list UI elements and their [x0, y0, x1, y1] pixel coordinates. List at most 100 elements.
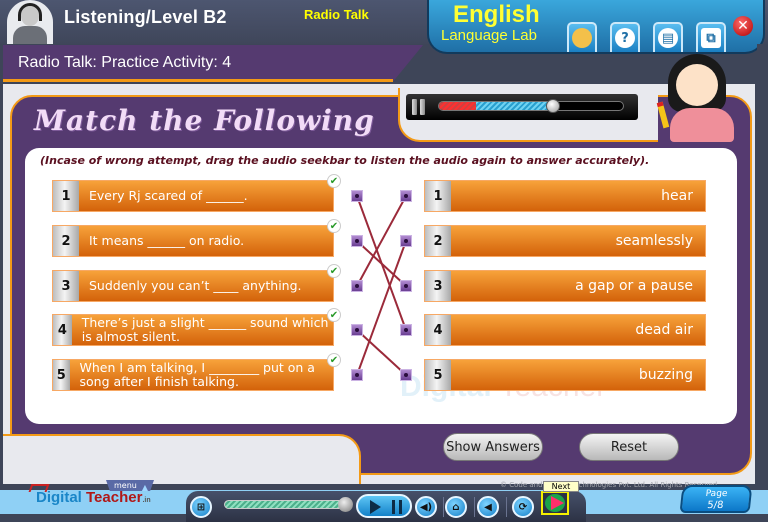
left-connector[interactable] — [351, 324, 363, 336]
playback-controls: ⊞ ◀) ⌂ ◀ ⟳ — [186, 491, 586, 522]
replay-button[interactable]: ⟳ — [512, 496, 534, 518]
instruction-text: (Incase of wrong attempt, drag the audio… — [40, 154, 650, 167]
correct-check-icon: ✔ — [327, 353, 341, 367]
item-number: 5 — [53, 360, 70, 390]
item-text: a gap or a pause — [575, 278, 693, 294]
page-label: Page — [705, 489, 728, 499]
home-icon: ⌂ — [452, 501, 460, 513]
teacher-mascot — [656, 50, 750, 146]
refresh-icon: ⟳ — [518, 501, 528, 513]
next-button[interactable] — [541, 491, 569, 515]
audio-progress-blue — [476, 102, 555, 110]
left-match-item[interactable]: 5 When I am talking, I ________ put on a … — [52, 359, 334, 391]
tree-icon: ⊞ — [196, 501, 206, 513]
digital-teacher-logo: Digital Teacher.in — [36, 489, 151, 506]
panel-bottom-notch — [3, 434, 361, 484]
right-connector[interactable] — [400, 369, 412, 381]
divider — [443, 497, 444, 517]
next-icon — [545, 494, 565, 512]
activity-title: Radio Talk: Practice Activity: 4 — [18, 54, 232, 71]
audio-pause-icon[interactable] — [412, 99, 426, 115]
item-text: hear — [661, 188, 693, 204]
right-match-item[interactable]: 4 dead air — [424, 314, 706, 346]
item-number: 3 — [53, 271, 79, 301]
left-connector[interactable] — [351, 280, 363, 292]
app-window: Listening/Level B2 Radio Talk English La… — [0, 0, 768, 522]
audio-seek-track[interactable] — [438, 101, 624, 111]
item-number: 5 — [425, 360, 451, 390]
folder-button[interactable] — [567, 22, 597, 52]
menu-label: menu — [114, 481, 137, 490]
correct-check-icon: ✔ — [327, 264, 341, 278]
folder-icon — [572, 28, 592, 48]
divider — [506, 497, 507, 517]
topic-title: Radio Talk — [304, 7, 369, 22]
help-icon: ? — [615, 28, 635, 48]
item-number: 2 — [53, 226, 79, 256]
left-connector[interactable] — [351, 190, 363, 202]
playback-progress-track[interactable] — [224, 500, 348, 509]
item-text: When I am talking, I ________ put on a s… — [79, 360, 315, 389]
item-text: There’s just a slight ______ sound which… — [81, 315, 329, 344]
divider — [474, 497, 475, 517]
right-match-item[interactable]: 2 seamlessly — [424, 225, 706, 257]
logo-suffix: .in — [142, 497, 151, 504]
left-match-item[interactable]: 3 Suddenly you can’t ____ anything. — [52, 270, 334, 302]
item-text: dead air — [635, 322, 693, 338]
audio-seekbar[interactable] — [406, 94, 638, 120]
play-button[interactable] — [370, 500, 381, 514]
menu-tab[interactable]: menu ▲ — [106, 480, 154, 491]
activity-heading: Match the Following — [34, 104, 375, 137]
close-button[interactable]: ✕ — [733, 16, 753, 36]
previous-button[interactable]: ◀ — [477, 496, 499, 518]
correct-check-icon: ✔ — [327, 174, 341, 188]
audio-progress-red — [439, 102, 477, 110]
previous-icon: ◀ — [484, 501, 492, 513]
right-connector[interactable] — [400, 280, 412, 292]
listener-avatar — [7, 0, 53, 44]
speaker-icon: ◀) — [419, 501, 433, 513]
right-connector[interactable] — [400, 235, 412, 247]
item-number: 3 — [425, 271, 451, 301]
logo-digital: Digital — [36, 489, 82, 506]
reset-button[interactable]: Reset — [579, 433, 679, 461]
item-text: Suddenly you can’t ____ anything. — [89, 278, 302, 293]
home-button[interactable]: ⌂ — [445, 496, 467, 518]
tree-menu-button[interactable]: ⊞ — [190, 496, 212, 518]
book-button[interactable]: ▤ — [653, 22, 683, 52]
item-text: buzzing — [638, 367, 693, 383]
right-match-item[interactable]: 1 hear — [424, 180, 706, 212]
item-text: Every Rj scared of ______. — [89, 188, 248, 203]
right-edge — [757, 44, 768, 484]
level-title: Listening/Level B2 — [64, 7, 227, 27]
left-match-item[interactable]: 2 It means ______ on radio. — [52, 225, 334, 257]
right-connector[interactable] — [400, 324, 412, 336]
book-icon: ▤ — [658, 28, 678, 48]
item-number: 2 — [425, 226, 451, 256]
right-match-item[interactable]: 5 buzzing — [424, 359, 706, 391]
headphones-icon — [18, 3, 42, 21]
help-button[interactable]: ? — [610, 22, 640, 52]
page-indicator: Page 5/8 — [679, 485, 753, 513]
volume-button[interactable]: ◀) — [415, 496, 437, 518]
item-text: seamlessly — [615, 233, 693, 249]
right-match-item[interactable]: 3 a gap or a pause — [424, 270, 706, 302]
brand-language-lab: Language Lab — [441, 27, 537, 44]
next-tooltip: Next — [543, 481, 579, 492]
right-connector[interactable] — [400, 190, 412, 202]
left-connector[interactable] — [351, 369, 363, 381]
left-match-item[interactable]: 1 Every Rj scared of ______. — [52, 180, 334, 212]
show-answers-button[interactable]: Show Answers — [443, 433, 543, 461]
brand-toolbar: English Language Lab ? ▤ ⧉ — [427, 0, 765, 54]
play-pause-control — [356, 494, 412, 518]
correct-check-icon: ✔ — [327, 308, 341, 322]
window-icon: ⧉ — [701, 28, 721, 48]
left-connector[interactable] — [351, 235, 363, 247]
left-match-item[interactable]: 4 There’s just a slight ______ sound whic… — [52, 314, 334, 346]
brand-english: English — [453, 1, 540, 28]
item-number: 1 — [53, 181, 79, 211]
window-button[interactable]: ⧉ — [696, 22, 726, 52]
item-text: It means ______ on radio. — [89, 233, 245, 248]
pause-button[interactable] — [392, 500, 402, 514]
playback-progress-handle[interactable] — [338, 497, 354, 512]
